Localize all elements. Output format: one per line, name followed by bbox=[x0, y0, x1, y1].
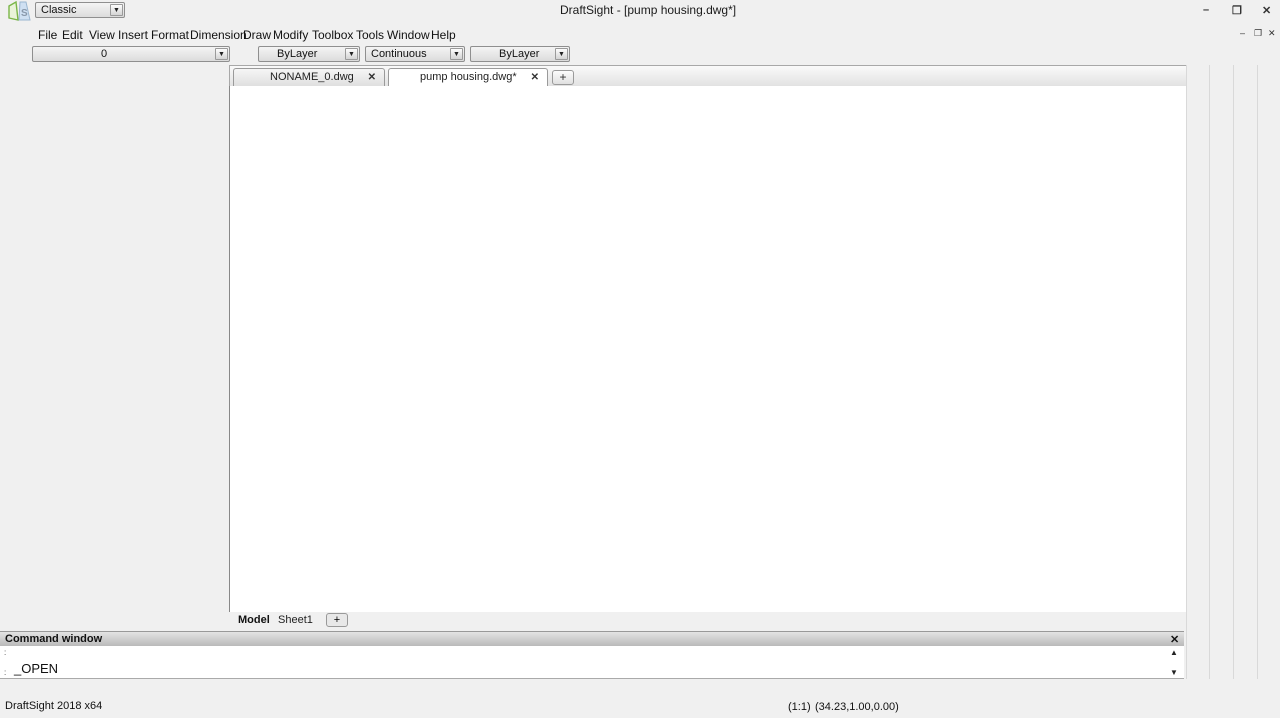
svg-text:S: S bbox=[21, 8, 28, 19]
